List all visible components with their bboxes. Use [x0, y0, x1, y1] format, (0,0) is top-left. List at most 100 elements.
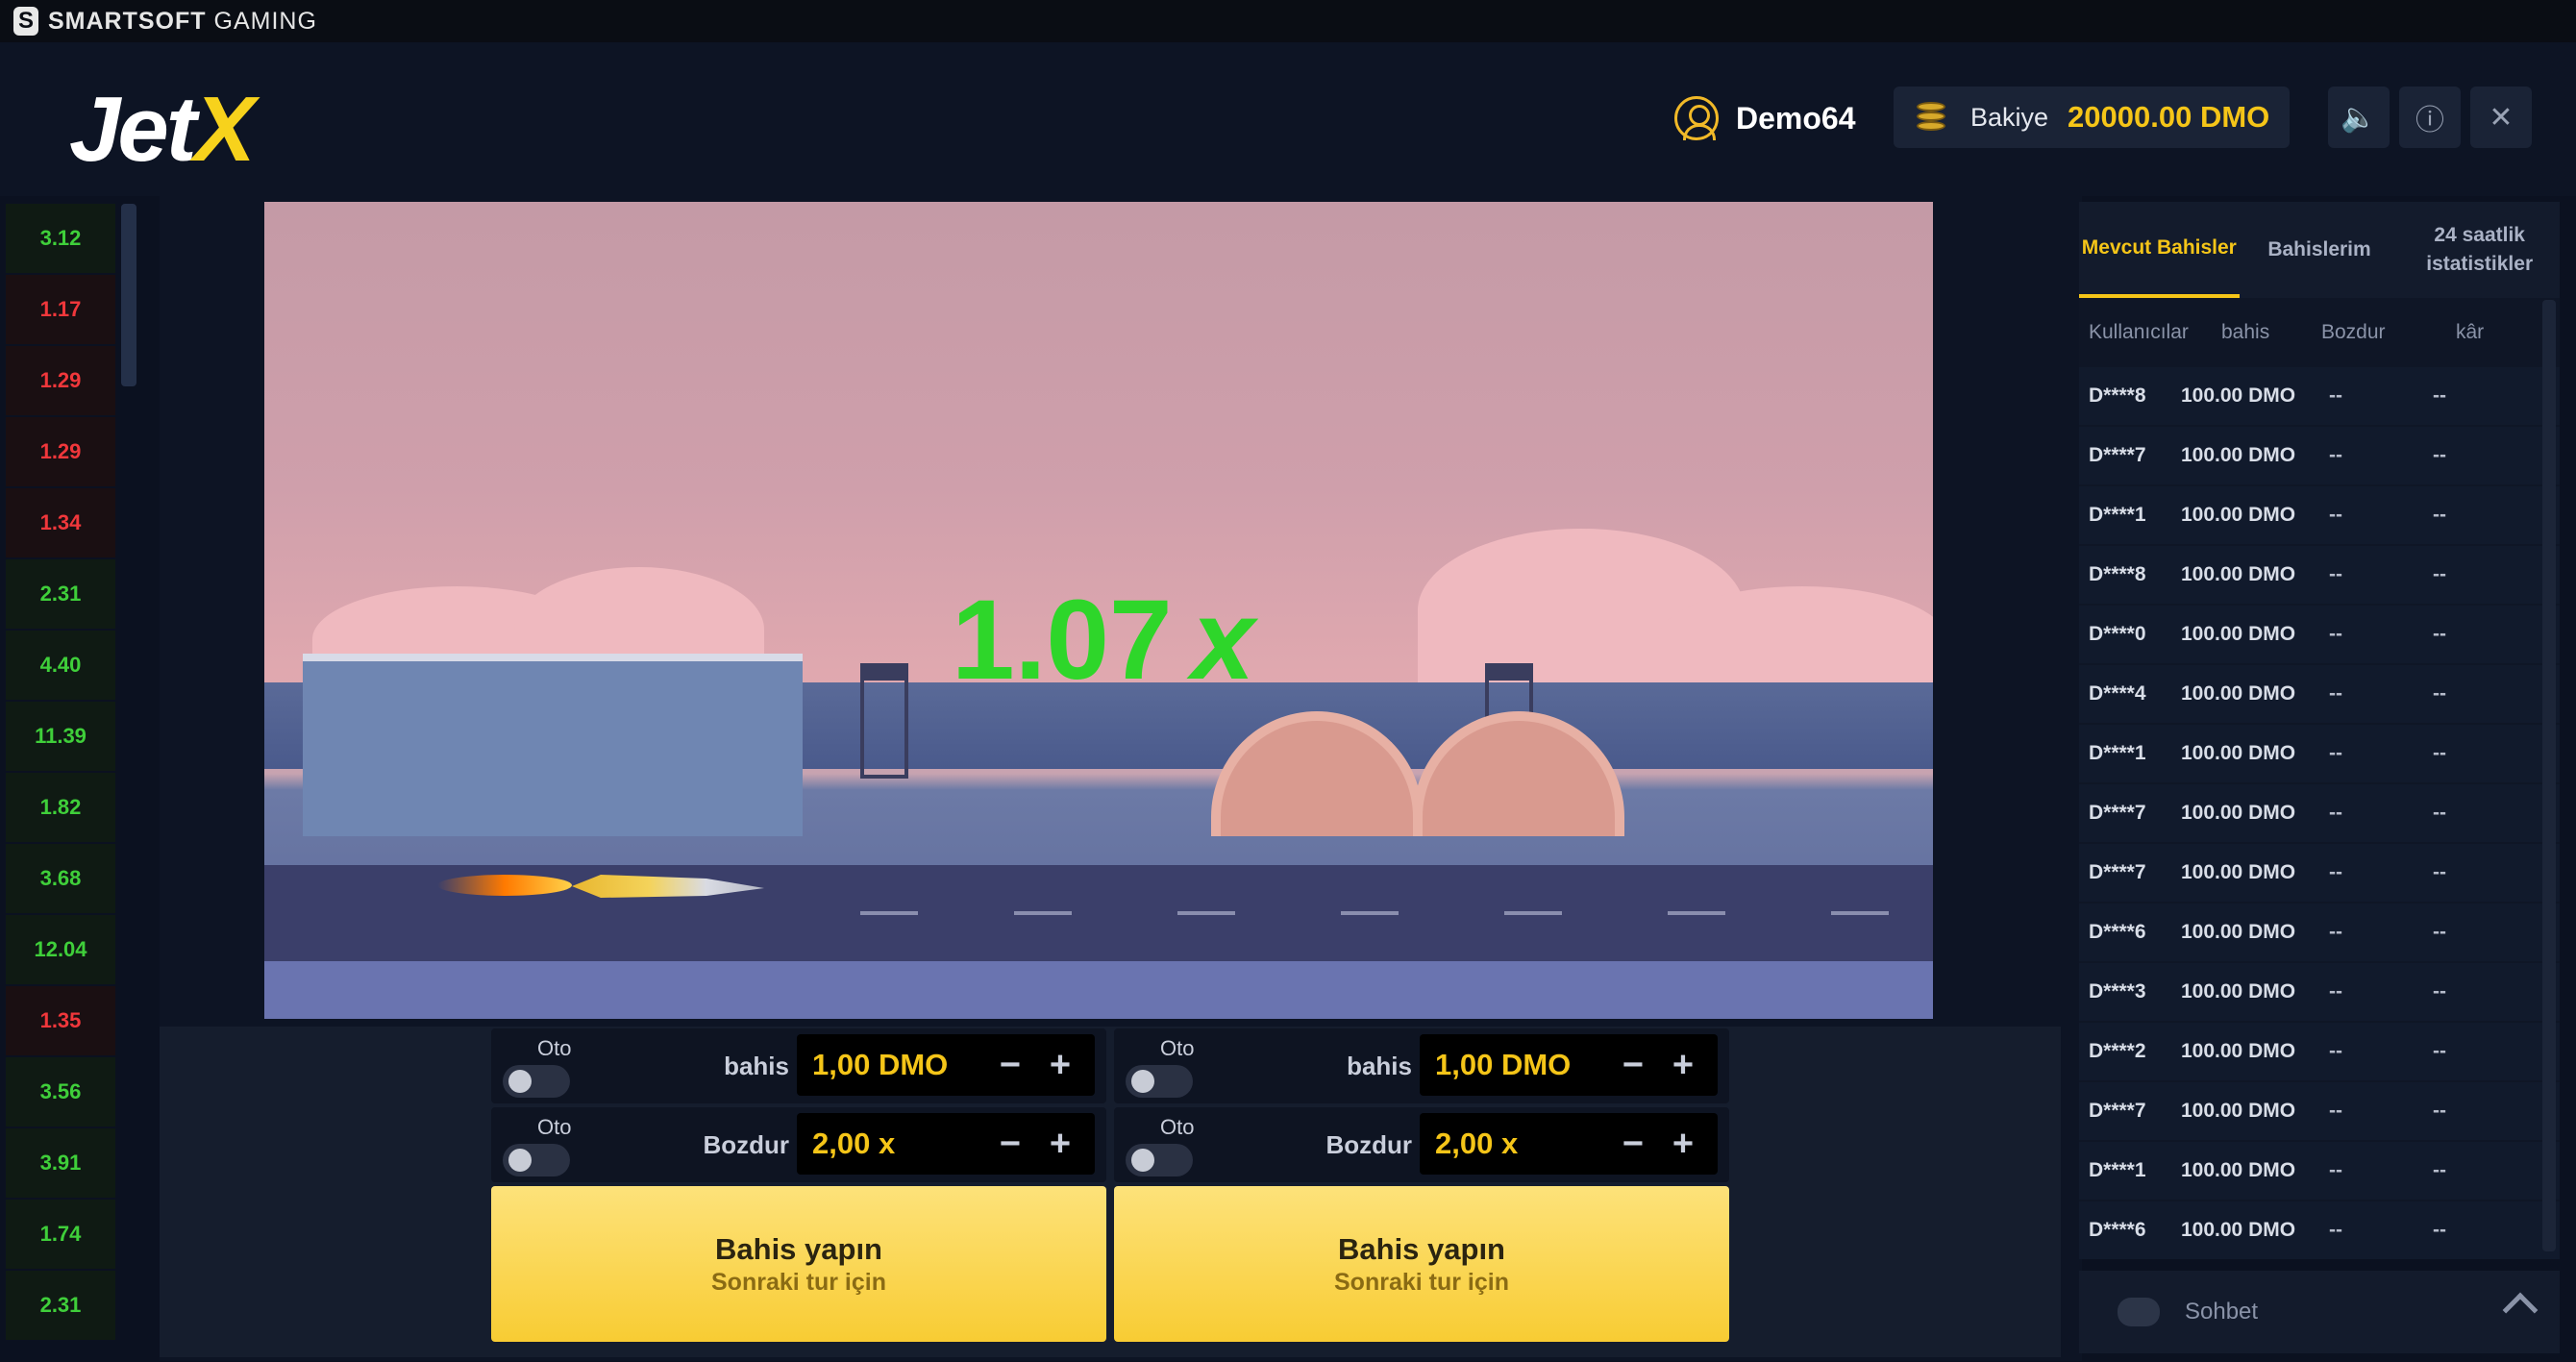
- jet-flame: [437, 875, 572, 896]
- bet-cashout: --: [2329, 1219, 2342, 1241]
- decrease-cashout-button[interactable]: −: [993, 1124, 1028, 1164]
- airport-terminal: [303, 654, 803, 836]
- bet-cashout: --: [2329, 921, 2342, 943]
- bets-tabs: Mevcut Bahisler Bahislerim 24 saatlik is…: [2079, 202, 2560, 298]
- decrease-bet-button[interactable]: −: [993, 1045, 1028, 1085]
- col-users: Kullanıcılar: [2089, 321, 2189, 343]
- info-button[interactable]: ⓘ: [2399, 87, 2461, 148]
- history-item: 1.29: [6, 417, 115, 486]
- oto-label: Oto: [1160, 1115, 1195, 1139]
- bet-row: D****0 100.00 DMO -- --: [2079, 606, 2560, 663]
- bet-user: D****8: [2089, 563, 2146, 585]
- bet-user: D****7: [2089, 1100, 2146, 1122]
- bet-profit: --: [2433, 802, 2446, 824]
- bet-profit: --: [2433, 1040, 2446, 1062]
- auto-bet-toggle[interactable]: [503, 1065, 570, 1098]
- bet-box-1: Oto bahis 1,00 DMO − + Oto Bozdur 2,00 x…: [491, 1028, 1106, 1342]
- bet-profit: --: [2433, 563, 2446, 585]
- bet-user: D****3: [2089, 980, 2146, 1003]
- bet-user: D****6: [2089, 1219, 2146, 1241]
- bets-table-header: Kullanıcılar bahis Bozdur kâr: [2079, 298, 2560, 367]
- place-bet-button[interactable]: Bahis yapın Sonraki tur için: [491, 1186, 1106, 1342]
- increase-bet-button[interactable]: +: [1666, 1045, 1700, 1085]
- bet-cashout: --: [2329, 444, 2342, 466]
- decrease-bet-button[interactable]: −: [1616, 1045, 1650, 1085]
- watch-tower: [860, 663, 908, 779]
- brand-bar: S SMARTSOFT GAMING: [0, 0, 2576, 42]
- info-icon: ⓘ: [2415, 105, 2444, 136]
- history-item: 1.82: [6, 773, 115, 842]
- history-item: 2.31: [6, 559, 115, 629]
- bet-amount: 100.00 DMO: [2181, 921, 2296, 943]
- history-item: 1.34: [6, 488, 115, 557]
- speaker-icon: 🔈: [2341, 101, 2377, 134]
- bet-amount: 100.00 DMO: [2181, 384, 2296, 407]
- increase-cashout-button[interactable]: +: [1043, 1124, 1077, 1164]
- multiplier-history: 3.12 1.17 1.29 1.29 1.34 2.31 4.40 11.39 1.82 3.6…: [6, 204, 117, 1357]
- balance-box: Bakiye 20000.00 DMO: [1894, 87, 2290, 148]
- bet-amount-row: Oto bahis 1,00 DMO − +: [1114, 1028, 1729, 1103]
- history-item: 1.35: [6, 986, 115, 1055]
- bet-profit: --: [2433, 921, 2446, 943]
- auto-cashout-toggle[interactable]: [1126, 1144, 1193, 1176]
- tab-current-bets[interactable]: Mevcut Bahisler: [2079, 202, 2240, 298]
- bet-user: D****4: [2089, 682, 2146, 705]
- balance-value: 20000.00 DMO: [2068, 100, 2270, 134]
- bet-profit: --: [2433, 384, 2446, 407]
- bet-profit: --: [2433, 504, 2446, 526]
- bet-row: D****8 100.00 DMO -- --: [2079, 367, 2560, 425]
- place-bet-button[interactable]: Bahis yapın Sonraki tur için: [1114, 1186, 1729, 1342]
- bet-profit: --: [2433, 623, 2446, 645]
- bet-row: D****1 100.00 DMO -- --: [2079, 486, 2560, 544]
- tab-my-bets[interactable]: Bahislerim: [2240, 202, 2400, 298]
- col-cashout: Bozdur: [2321, 321, 2386, 343]
- increase-bet-button[interactable]: +: [1043, 1045, 1077, 1085]
- current-multiplier: 1.07 x: [952, 577, 1255, 704]
- cashout-row: Oto Bozdur 2,00 x − +: [491, 1107, 1106, 1182]
- chat-label: Sohbet: [2185, 1299, 2259, 1325]
- bet-user: D****1: [2089, 504, 2146, 526]
- bet-amount: 100.00 DMO: [2181, 623, 2296, 645]
- chevron-up-icon[interactable]: [2502, 1292, 2539, 1328]
- sound-button[interactable]: 🔈: [2328, 87, 2390, 148]
- bet-panel: [160, 1027, 2061, 1357]
- bet-user: D****0: [2089, 623, 2146, 645]
- history-item: 3.12: [6, 204, 115, 273]
- bets-panel: Mevcut Bahisler Bahislerim 24 saatlik is…: [2079, 202, 2560, 1259]
- history-item: 12.04: [6, 915, 115, 984]
- tab-24h-stats[interactable]: 24 saatlik istatistikler: [2399, 202, 2560, 298]
- history-item: 11.39: [6, 702, 115, 771]
- history-scrollbar[interactable]: [121, 204, 136, 386]
- col-bet: bahis: [2221, 321, 2270, 343]
- bet-amount: 100.00 DMO: [2181, 563, 2296, 585]
- username: Demo64: [1736, 100, 1856, 136]
- bet-cashout: --: [2329, 980, 2342, 1003]
- bet-row: D****1 100.00 DMO -- --: [2079, 1142, 2560, 1200]
- bet-cashout: --: [2329, 682, 2342, 705]
- auto-cashout-toggle[interactable]: [503, 1144, 570, 1176]
- bozdur-label: Bozdur: [703, 1130, 789, 1159]
- bet-profit: --: [2433, 444, 2446, 466]
- decrease-cashout-button[interactable]: −: [1616, 1124, 1650, 1164]
- bet-amount: 100.00 DMO: [2181, 682, 2296, 705]
- history-item: 1.29: [6, 346, 115, 415]
- bet-user: D****8: [2089, 384, 2146, 407]
- bet-cashout: --: [2329, 384, 2342, 407]
- bahis-label: bahis: [1347, 1052, 1412, 1080]
- cashout-multiplier-input[interactable]: 2,00 x − +: [797, 1113, 1095, 1175]
- increase-cashout-button[interactable]: +: [1666, 1124, 1700, 1164]
- bet-amount-input[interactable]: 1,00 DMO − +: [1420, 1034, 1718, 1096]
- bet-row: D****3 100.00 DMO -- --: [2079, 963, 2560, 1021]
- coins-icon: [1913, 98, 1951, 136]
- auto-bet-toggle[interactable]: [1126, 1065, 1193, 1098]
- bet-amount-input[interactable]: 1,00 DMO − +: [797, 1034, 1095, 1096]
- bet-amount: 100.00 DMO: [2181, 980, 2296, 1003]
- bet-box-2: Oto bahis 1,00 DMO − + Oto Bozdur 2,00 x…: [1114, 1028, 1729, 1342]
- cashout-multiplier-input[interactable]: 2,00 x − +: [1420, 1113, 1718, 1175]
- chat-bar[interactable]: Sohbet: [2079, 1271, 2560, 1353]
- ground: [264, 961, 1933, 1019]
- close-button[interactable]: ✕: [2470, 87, 2532, 148]
- bets-scrollbar[interactable]: [2542, 300, 2556, 1251]
- bozdur-label: Bozdur: [1325, 1130, 1412, 1159]
- bet-amount: 100.00 DMO: [2181, 504, 2296, 526]
